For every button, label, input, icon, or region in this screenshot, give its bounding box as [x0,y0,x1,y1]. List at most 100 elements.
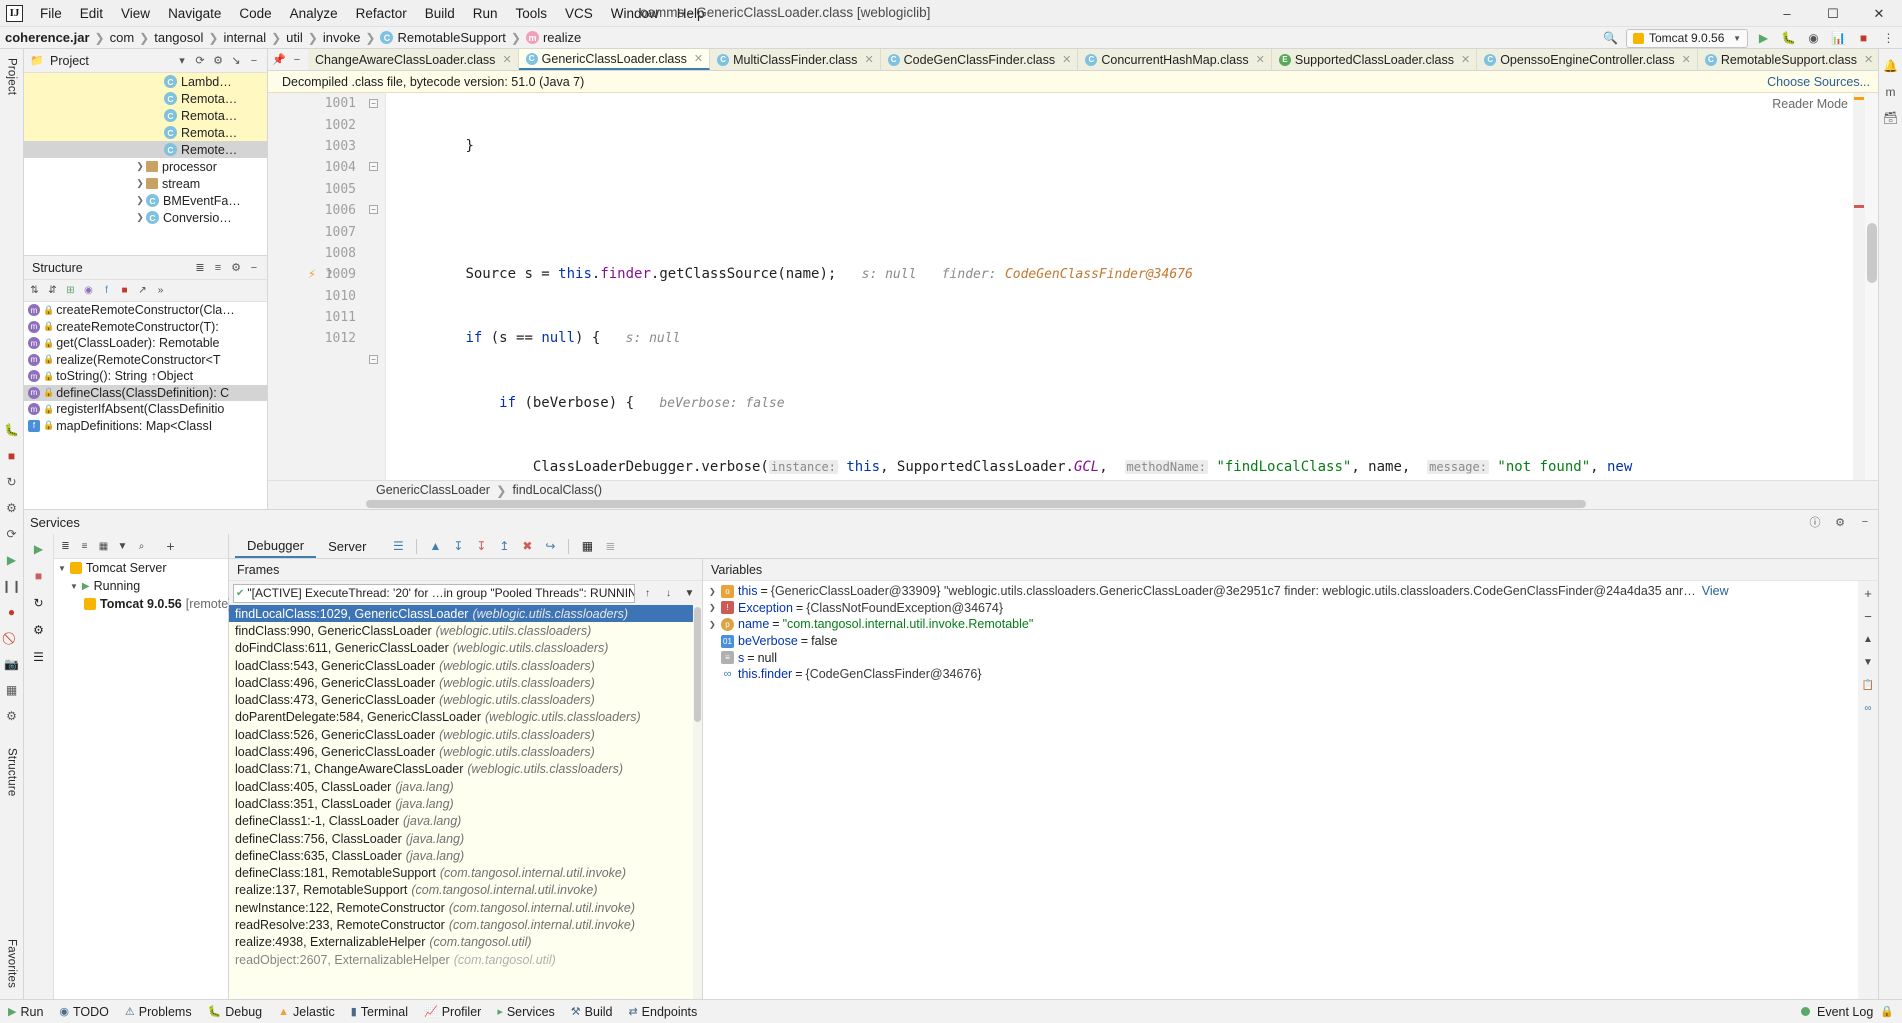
frame-row[interactable]: doParentDelegate:584, GenericClassLoader… [229,709,702,726]
structure-toolbar[interactable]: ⇅ ⇵ ⊞ ◉ f ■ ↗ » [24,280,267,302]
event-log-label[interactable]: Event Log [1817,1005,1873,1019]
debugger-tab-bar[interactable]: Debugger Server ☰ ▲ ↧ ↧ ↥ ✖ ↪ ▦ ≣ [229,534,1878,559]
add-service-icon[interactable]: + [162,538,179,555]
frame-row[interactable]: loadClass:351, ClassLoader (java.lang) [229,795,702,812]
tree-item-stream[interactable]: ❯ stream [24,175,267,192]
database-icon[interactable]: 🗃 [1881,108,1901,128]
frame-row[interactable]: loadClass:496, GenericClassLoader (weblo… [229,674,702,691]
table-rail-icon[interactable]: ▦ [2,680,22,700]
filter-icon[interactable]: ▼ [114,538,131,555]
tab-server[interactable]: Server [316,536,378,557]
refresh-rail-icon[interactable]: ⟳ [2,524,22,544]
structure-item[interactable]: m 🔒 toString(): String ↑Object [24,368,267,385]
chevron-right-icon[interactable]: ❯ [709,603,721,612]
debugger-toolbar[interactable]: ☰ ▲ ↧ ↧ ↥ ✖ ↪ ▦ ≣ [388,536,620,556]
step-out-icon[interactable]: ↥ [494,536,514,556]
editor-fold-column[interactable]: − − − − [364,93,386,480]
settings-icon[interactable]: ⚙ [29,620,49,640]
fold-marker[interactable]: − [369,205,378,214]
settings-rail-icon[interactable]: ⚙ [2,498,22,518]
show-nonpublic-icon[interactable]: ■ [116,282,133,299]
breadcrumb-method[interactable]: findLocalClass() [512,483,602,497]
question-icon[interactable]: ? [326,268,333,281]
variable-row-s[interactable]: ≡ s = null [703,649,1858,666]
tree-item-remotable-2[interactable]: C Remota… [24,107,267,124]
frame-row[interactable]: loadClass:473, GenericClassLoader (weblo… [229,691,702,708]
tab-multiclassfinder[interactable]: C MultiClassFinder.class ✕ [710,49,881,70]
remove-watch-icon[interactable]: − [1860,608,1877,625]
more-icon[interactable]: » [152,282,169,299]
minimize-button[interactable]: – [1764,0,1810,27]
fold-marker[interactable]: − [369,355,378,364]
step-over-icon[interactable]: ↧ [448,536,468,556]
frame-row[interactable]: findClass:990, GenericClassLoader (weblo… [229,622,702,639]
menu-build[interactable]: Build [416,3,464,24]
maven-icon[interactable]: m [1881,82,1901,102]
warning-marker[interactable] [1854,97,1864,100]
stop-rail-icon[interactable]: ■ [2,446,22,466]
expand-all-icon[interactable]: ≣ [57,538,74,555]
error-marker[interactable] [1854,205,1864,208]
copy-icon[interactable]: 📋 [1860,677,1877,694]
sort-visibility-icon[interactable]: ⇵ [44,282,61,299]
sync-icon[interactable]: ⟳ [191,52,209,70]
step-into-icon[interactable]: ↧ [471,536,491,556]
tab-debugger[interactable]: Debugger [235,535,317,558]
status-terminal[interactable]: ▮ Terminal [351,1005,408,1019]
error-stripe[interactable] [1853,93,1865,480]
scrollbar-thumb[interactable] [1867,223,1877,283]
hscrollbar-thumb[interactable] [366,500,1586,508]
frame-row[interactable]: newInstance:122, RemoteConstructor (com.… [229,899,702,916]
view-link[interactable]: View [1702,584,1729,598]
menu-refactor[interactable]: Refactor [347,3,416,24]
services-tree-toolbar[interactable]: ≣ ≡ ▦ ▼ ⌕ + [54,534,228,559]
expand-all-icon[interactable]: ≣ [191,259,209,277]
breadcrumb-item-7[interactable]: m realize [525,30,581,45]
rail-structure-label[interactable]: Structure [6,743,18,801]
tree-item-bmeventfactory[interactable]: ❯ C BMEventFa… [24,192,267,209]
tab-remotablesupport[interactable]: C RemotableSupport.class ✕ [1697,49,1878,70]
frame-row[interactable]: realize:137, RemotableSupport (com.tango… [229,882,702,899]
move-down-icon[interactable]: ▼ [1860,654,1877,671]
status-services[interactable]: ▸ Services [497,1005,554,1019]
close-icon[interactable]: ✕ [502,53,511,66]
close-icon[interactable]: ✕ [1864,53,1873,66]
frame-up-icon[interactable]: ↑ [639,585,656,602]
stop-icon[interactable]: ■ [29,566,49,586]
tab-openssoenginecontroller[interactable]: C OpenssoEngineController.class ✕ [1477,49,1698,70]
frame-down-icon[interactable]: ↓ [660,585,677,602]
filter-frames-icon[interactable]: ▼ [681,585,698,602]
more-actions-icon[interactable]: ⋮ [1879,29,1898,48]
collapse-icon[interactable]: ↘ [227,52,245,70]
hide-icon[interactable]: − [245,52,263,70]
chevron-right-icon[interactable]: ❯ [134,178,146,189]
frames-scrollbar-thumb[interactable] [694,607,701,722]
variable-row-this[interactable]: ❯ o this = {GenericClassLoader@33909} "w… [703,583,1858,600]
show-properties-icon[interactable]: ◉ [80,282,97,299]
collapse-all-icon[interactable]: ≡ [76,538,93,555]
status-profiler[interactable]: 📈 Profiler [424,1005,481,1019]
chevron-down-icon[interactable]: ▾ [173,52,191,70]
camera-rail-icon[interactable]: 📷 [2,654,22,674]
tab-concurrenthashmap[interactable]: C ConcurrentHashMap.class ✕ [1078,49,1272,70]
close-icon[interactable]: ✕ [694,52,703,65]
code-area[interactable]: } Source s = this.finder.getClassSource(… [386,93,1878,480]
move-up-icon[interactable]: ▲ [1860,631,1877,648]
menu-run[interactable]: Run [464,3,507,24]
status-problems[interactable]: ⚠ Problems [125,1005,192,1019]
project-tree[interactable]: C Lambd… C Remota… C Remota… C Remota… C… [24,73,267,255]
menu-analyze[interactable]: Analyze [281,3,347,24]
autoscroll-icon[interactable]: ↗ [134,282,151,299]
run-button[interactable]: ▶ [1754,29,1773,48]
status-todo[interactable]: ◉ TODO [59,1005,109,1019]
status-build[interactable]: ⚒ Build [571,1005,613,1019]
restart-rail-icon[interactable]: ↻ [2,472,22,492]
tree-item-remotable-3[interactable]: C Remota… [24,124,267,141]
frame-row[interactable]: defineClass1:-1, ClassLoader (java.lang) [229,813,702,830]
lock-icon[interactable]: 🔒 [1880,1005,1894,1018]
service-tomcat-instance[interactable]: Tomcat 9.0.56 [remote] [54,595,232,613]
frame-row[interactable]: loadClass:405, ClassLoader (java.lang) [229,778,702,795]
status-endpoints[interactable]: ⇄ Endpoints [628,1005,697,1019]
gear-icon[interactable]: ⚙ [209,52,227,70]
show-fields-icon[interactable]: f [98,282,115,299]
